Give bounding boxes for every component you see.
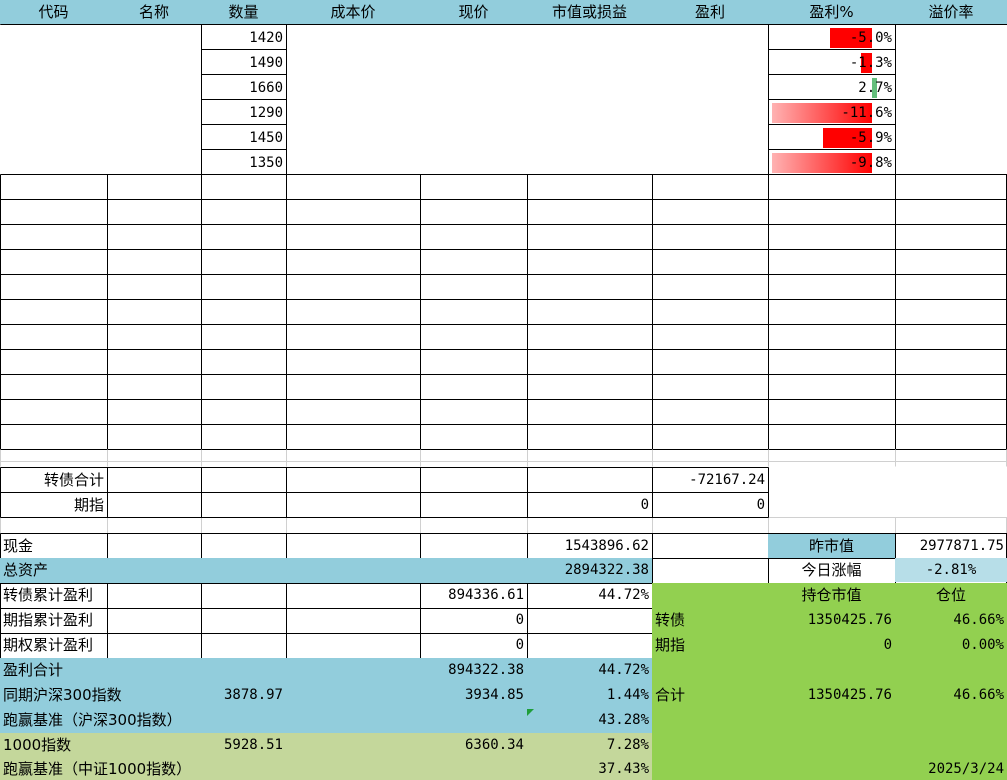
position-profit-pct[interactable]: -9.8% <box>772 151 894 175</box>
beat300-label[interactable]: 跑赢基准（沪深300指数） <box>0 708 420 732</box>
col-header-name[interactable]: 名称 <box>107 0 201 24</box>
opt-cum-value[interactable]: 0 <box>420 633 527 657</box>
col-header-qty[interactable]: 数量 <box>201 0 286 24</box>
beat1000-label[interactable]: 跑赢基准（中证1000指数） <box>0 757 420 780</box>
fut-row-pos[interactable]: 0.00% <box>895 633 1007 657</box>
cash-label[interactable]: 现金 <box>0 534 107 558</box>
position-label[interactable]: 仓位 <box>895 583 1007 607</box>
futures-profit[interactable]: 0 <box>652 493 768 517</box>
idx1000-now[interactable]: 6360.34 <box>420 733 527 757</box>
assets-value[interactable]: 2894322.38 <box>527 558 652 582</box>
today-chg-value[interactable]: -2.81% <box>895 558 1007 582</box>
hs300-label[interactable]: 同期沪深300指数 <box>0 683 201 707</box>
cb-cum-value[interactable]: 894336.61 <box>420 583 527 607</box>
position-qty[interactable]: 1290 <box>201 101 286 125</box>
sum-pos[interactable]: 46.66% <box>895 683 1007 707</box>
fut-row-label[interactable]: 期指 <box>652 633 768 657</box>
profit-pct-text: -5.9% <box>849 130 892 146</box>
position-profit-pct[interactable]: -5.0% <box>772 26 894 50</box>
profit-pct-text: -1.3% <box>849 55 892 71</box>
position-qty[interactable]: 1490 <box>201 51 286 75</box>
beat1000-value[interactable]: 37.43% <box>527 757 652 780</box>
col-header-price[interactable]: 现价 <box>420 0 527 24</box>
cb-total-label[interactable]: 转债合计 <box>0 468 107 492</box>
futures-label[interactable]: 期指 <box>0 493 107 517</box>
assets-label[interactable]: 总资产 <box>0 558 107 582</box>
opt-cum-label[interactable]: 期权累计盈利 <box>0 633 201 657</box>
hold-mv-label[interactable]: 持仓市值 <box>768 583 895 607</box>
profit-pct-text: -9.8% <box>849 155 892 171</box>
position-qty[interactable]: 1660 <box>201 76 286 100</box>
position-qty[interactable]: 1420 <box>201 26 286 50</box>
cb-cum-label[interactable]: 转债累计盈利 <box>0 583 201 607</box>
profit-total-pct[interactable]: 44.72% <box>527 658 652 682</box>
position-profit-pct[interactable]: -11.6% <box>772 101 894 125</box>
futures-value[interactable]: 0 <box>527 493 652 517</box>
col-header-premium[interactable]: 溢价率 <box>895 0 1007 24</box>
col-header-cost[interactable]: 成本价 <box>286 0 420 24</box>
report-date[interactable]: 2025/3/24 <box>895 757 1007 780</box>
position-qty[interactable]: 1350 <box>201 151 286 175</box>
hs300-pct[interactable]: 1.44% <box>527 683 652 707</box>
fut-cum-value[interactable]: 0 <box>420 608 527 632</box>
fut-row-mv[interactable]: 0 <box>768 633 895 657</box>
col-header-profit[interactable]: 盈利 <box>652 0 768 24</box>
cb-total-profit[interactable]: -72167.24 <box>652 468 768 492</box>
position-profit-pct[interactable]: -5.9% <box>772 126 894 150</box>
idx1000-label[interactable]: 1000指数 <box>0 733 107 757</box>
col-header-code[interactable]: 代码 <box>0 0 107 24</box>
cb-row-pos[interactable]: 46.66% <box>895 608 1007 632</box>
prev-mv-value[interactable]: 2977871.75 <box>895 534 1007 558</box>
cb-cum-pct[interactable]: 44.72% <box>527 583 652 607</box>
profit-total-label[interactable]: 盈利合计 <box>0 658 201 682</box>
today-chg-label[interactable]: 今日涨幅 <box>768 558 895 582</box>
profit-pct-text: -5.0% <box>849 30 892 46</box>
position-qty[interactable]: 1450 <box>201 126 286 150</box>
position-profit-pct[interactable]: 2.7% <box>772 76 894 100</box>
hs300-start[interactable]: 3878.97 <box>201 683 286 707</box>
fut-cum-label[interactable]: 期指累计盈利 <box>0 608 201 632</box>
col-header-profit-pct[interactable]: 盈利% <box>768 0 895 24</box>
profit-pct-text: -11.6% <box>841 105 892 121</box>
idx1000-pct[interactable]: 7.28% <box>527 733 652 757</box>
sum-mv[interactable]: 1350425.76 <box>768 683 895 707</box>
cash-value[interactable]: 1543896.62 <box>527 534 652 558</box>
position-profit-pct[interactable]: -1.3% <box>772 51 894 75</box>
profit-pct-text: 2.7% <box>858 80 892 96</box>
idx1000-start[interactable]: 5928.51 <box>201 733 286 757</box>
sum-label[interactable]: 合计 <box>652 683 768 707</box>
cb-row-mv[interactable]: 1350425.76 <box>768 608 895 632</box>
profit-total-value[interactable]: 894322.38 <box>420 658 527 682</box>
prev-mv-label[interactable]: 昨市值 <box>768 534 895 558</box>
col-header-mv[interactable]: 市值或损益 <box>527 0 652 24</box>
hs300-now[interactable]: 3934.85 <box>420 683 527 707</box>
beat300-value[interactable]: 43.28% <box>527 708 652 732</box>
cb-row-label[interactable]: 转债 <box>652 608 768 632</box>
